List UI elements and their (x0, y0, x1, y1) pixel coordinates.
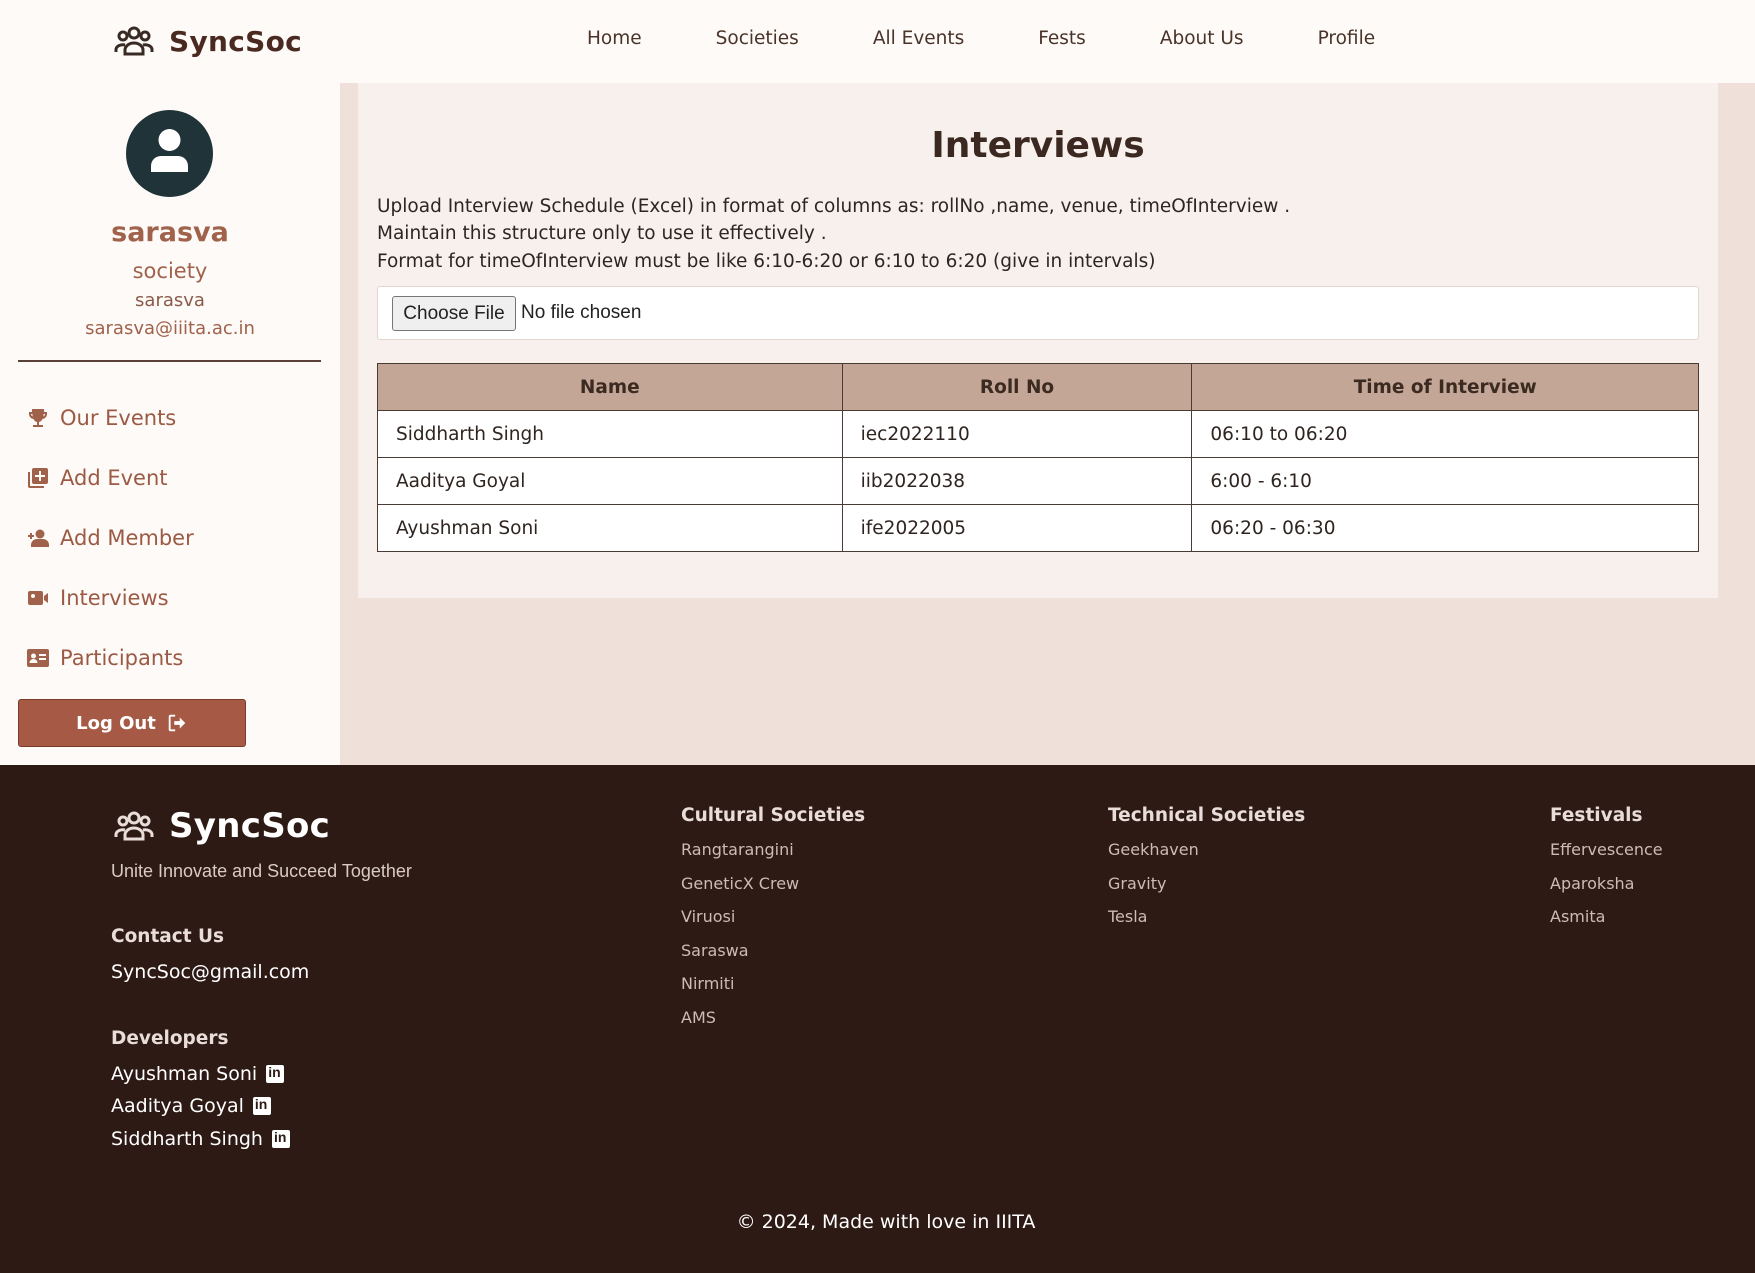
cell-time: 06:20 - 06:30 (1191, 504, 1699, 552)
developers-heading: Developers (111, 1028, 229, 1049)
footer-link[interactable]: GeneticX Crew (681, 874, 865, 908)
contact-heading: Contact Us (111, 926, 225, 947)
brand-logo[interactable]: SyncSoc (113, 20, 302, 62)
footer-link[interactable]: Effervescence (1550, 840, 1663, 874)
file-upload-field: Choose File No file chosen (377, 286, 1699, 340)
users-group-icon (114, 811, 154, 841)
nav-fests[interactable]: Fests (1038, 28, 1086, 49)
developer-link[interactable]: Siddharth Singh (111, 1128, 290, 1150)
footer-tagline: Unite Innovate and Succeed Together (111, 861, 412, 881)
table-row: Aaditya Goyal iib2022038 6:00 - 6:10 (377, 457, 1699, 505)
developer-link[interactable]: Ayushman Soni (111, 1063, 285, 1085)
column-heading: Festivals (1550, 805, 1643, 826)
logout-button[interactable]: Log Out (18, 699, 246, 747)
sidebar-item-label: Interviews (60, 586, 169, 610)
footer-link[interactable]: Asmita (1550, 907, 1663, 941)
table-row: Ayushman Soni ife2022005 06:20 - 06:30 (377, 504, 1699, 552)
users-group-icon (114, 26, 154, 56)
profile-name: sarasva (111, 217, 229, 248)
footer-link[interactable]: Nirmiti (681, 974, 865, 1008)
linkedin-icon[interactable] (252, 1096, 271, 1115)
developer-link[interactable]: Aaditya Goyal (111, 1095, 271, 1117)
cell-name: Ayushman Soni (377, 504, 843, 552)
sidebar-item-label: Add Member (60, 526, 194, 550)
logout-label: Log Out (76, 712, 156, 734)
footer-link[interactable]: Viruosi (681, 907, 865, 941)
main-nav: Home Societies All Events Fests About Us… (587, 28, 1449, 49)
footer-link[interactable]: Aparoksha (1550, 874, 1663, 908)
profile-handle: sarasva (135, 290, 205, 311)
footer-link[interactable]: Saraswa (681, 941, 865, 975)
nav-home[interactable]: Home (587, 28, 642, 49)
column-heading: Cultural Societies (681, 805, 866, 826)
footer-link[interactable]: Rangtarangini (681, 840, 865, 874)
footer-column-technical: Technical Societies Geekhaven Gravity Te… (1108, 805, 1305, 941)
sidebar-item-participants[interactable]: Participants (26, 628, 194, 688)
sign-out-icon (168, 714, 186, 732)
cell-time: 6:00 - 6:10 (1191, 457, 1699, 505)
file-status: No file chosen (521, 302, 642, 323)
brand-name: SyncSoc (169, 24, 303, 58)
nav-all-events[interactable]: All Events (873, 28, 964, 49)
nav-profile[interactable]: Profile (1318, 28, 1376, 49)
sidebar-item-label: Participants (60, 646, 184, 670)
user-icon (151, 129, 188, 172)
instruction-line: Format for timeOfInterview must be like … (377, 251, 1156, 272)
trophy-icon (28, 409, 48, 427)
table-header-row: Name Roll No Time of Interview (377, 363, 1699, 411)
sidebar: sarasva society sarasva sarasva@iiita.ac… (0, 83, 340, 765)
profile-email: sarasva@iiita.ac.in (85, 318, 255, 339)
sidebar-menu: Our Events Add Event Add Member Intervie… (26, 388, 194, 688)
footer-link[interactable]: AMS (681, 1008, 865, 1042)
interviews-card: Interviews Upload Interview Schedule (Ex… (358, 83, 1718, 598)
sidebar-item-our-events[interactable]: Our Events (26, 388, 194, 448)
profile-role: society (132, 259, 208, 283)
sidebar-item-label: Add Event (60, 466, 168, 490)
cell-time: 06:10 to 06:20 (1191, 410, 1699, 458)
column-heading: Technical Societies (1108, 805, 1306, 826)
sidebar-item-add-event[interactable]: Add Event (26, 448, 194, 508)
instruction-line: Upload Interview Schedule (Excel) in for… (377, 196, 1291, 217)
linkedin-icon[interactable] (266, 1064, 285, 1083)
sidebar-item-interviews[interactable]: Interviews (26, 568, 194, 628)
id-card-icon (27, 649, 49, 667)
cell-roll-no: iib2022038 (841, 457, 1193, 505)
sidebar-divider (18, 360, 321, 362)
footer-link[interactable]: Tesla (1108, 907, 1305, 941)
column-header-roll-no: Roll No (841, 363, 1193, 411)
choose-file-button[interactable]: Choose File (392, 296, 516, 331)
page-title: Interviews (931, 125, 1145, 166)
footer: SyncSoc Unite Innovate and Succeed Toget… (0, 765, 1755, 1273)
interview-schedule-table: Name Roll No Time of Interview Siddharth… (377, 363, 1699, 552)
video-camera-icon (28, 591, 48, 605)
contact-email-link[interactable]: SyncSoc@gmail.com (111, 961, 309, 983)
cell-roll-no: ife2022005 (841, 504, 1193, 552)
cell-name: Siddharth Singh (377, 410, 843, 458)
nav-societies[interactable]: Societies (716, 28, 799, 49)
footer-link[interactable]: Gravity (1108, 874, 1305, 908)
developer-name: Siddharth Singh (111, 1128, 263, 1150)
developer-name: Aaditya Goyal (111, 1095, 244, 1117)
cell-roll-no: iec2022110 (841, 410, 1193, 458)
sidebar-item-add-member[interactable]: Add Member (26, 508, 194, 568)
cell-name: Aaditya Goyal (377, 457, 843, 505)
add-user-icon (28, 529, 49, 547)
avatar (126, 110, 213, 197)
footer-brand[interactable]: SyncSoc (113, 805, 330, 847)
footer-link[interactable]: Geekhaven (1108, 840, 1305, 874)
developer-name: Ayushman Soni (111, 1063, 258, 1085)
copyright-text: © 2024, Made with love in IIITA (736, 1211, 1036, 1233)
top-navbar: SyncSoc Home Societies All Events Fests … (0, 0, 1755, 83)
nav-about-us[interactable]: About Us (1160, 28, 1244, 49)
instruction-line: Maintain this structure only to use it e… (377, 223, 827, 244)
linkedin-icon[interactable] (271, 1129, 290, 1148)
footer-brand-name: SyncSoc (169, 806, 331, 846)
footer-column-cultural: Cultural Societies Rangtarangini Genetic… (681, 805, 865, 1041)
add-box-icon (28, 468, 48, 488)
column-header-name: Name (377, 363, 843, 411)
sidebar-item-label: Our Events (60, 406, 177, 430)
footer-column-festivals: Festivals Effervescence Aparoksha Asmita (1550, 805, 1663, 941)
table-row: Siddharth Singh iec2022110 06:10 to 06:2… (377, 410, 1699, 458)
column-header-time: Time of Interview (1191, 363, 1699, 411)
